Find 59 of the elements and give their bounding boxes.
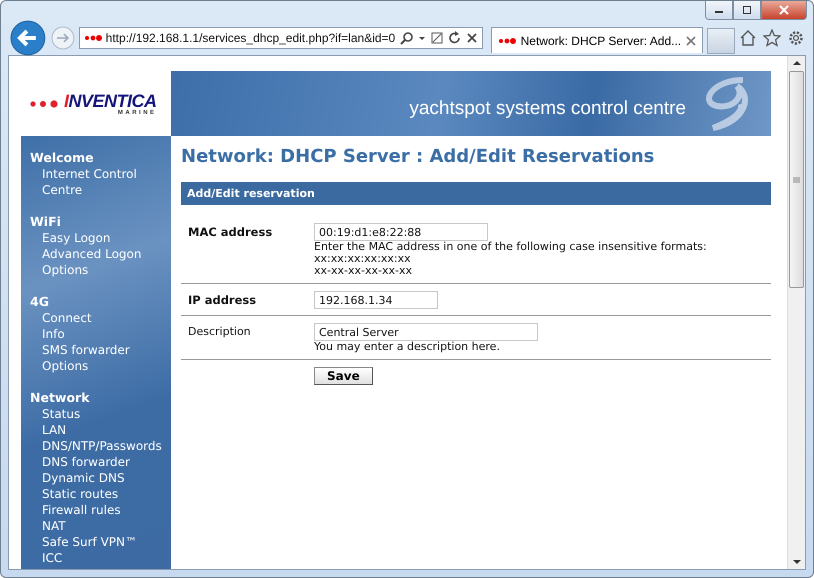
sidebar-link[interactable]: Advanced Logon [42, 246, 142, 262]
settings-icon[interactable] [787, 29, 805, 47]
scroll-up-icon[interactable] [792, 60, 800, 66]
maximize-button[interactable] [733, 1, 761, 20]
compatibility-icon[interactable] [430, 31, 444, 45]
scroll-thumb[interactable] [789, 71, 804, 288]
stop-icon[interactable] [466, 32, 478, 44]
save-button[interactable]: Save [314, 367, 373, 385]
back-button[interactable] [9, 19, 47, 57]
sidebar-heading: Network [30, 390, 90, 406]
site-icon [498, 36, 516, 44]
maximize-icon [742, 6, 752, 14]
sidebar-link[interactable]: Connect [42, 310, 92, 326]
sidebar-link[interactable]: Safe Surf VPN™ [42, 534, 138, 550]
sidebar-link[interactable]: NAT [42, 518, 66, 534]
section-header: Add/Edit reservation [181, 182, 771, 205]
minimize-button[interactable] [705, 1, 733, 20]
help-text: Enter the MAC address in one of the following case insensitive formats: [314, 241, 707, 253]
sidebar-link[interactable]: SMS forwarder [42, 342, 130, 358]
address-bar[interactable]: http://192.168.1.1/services_dhcp_edit.php?if=lan&id=0 [78, 27, 483, 49]
field-label: Description [187, 324, 252, 340]
sidebar-link[interactable]: DNS forwarder [42, 454, 130, 470]
input-field[interactable]: 192.168.1.34 [314, 291, 438, 309]
sidebar-link[interactable]: Dynamic DNS [42, 470, 125, 486]
sidebar-heading: WiFi [30, 214, 61, 230]
browser-tab[interactable]: Network: DHCP Server: Add... [490, 27, 704, 53]
close-icon [778, 5, 790, 15]
site-icon [84, 34, 102, 42]
close-tab-icon[interactable] [686, 36, 696, 46]
sidebar-link[interactable]: DNS/NTP/Passwords [42, 438, 162, 454]
sidebar-link[interactable]: ICC [42, 550, 62, 566]
page-title: Network: DHCP Server : Add/Edit Reservations [181, 146, 656, 167]
field-label: MAC address [187, 224, 274, 241]
input-field[interactable]: 00:19:d1:e8:22:88 [314, 223, 488, 241]
sidebar-link[interactable]: Internet Control Centre [42, 166, 168, 198]
sidebar-link[interactable]: Options [42, 262, 88, 278]
star-icon[interactable] [763, 29, 781, 47]
refresh-icon[interactable] [448, 31, 462, 45]
input-field[interactable]: Central Server [314, 323, 538, 341]
sidebar-heading: Welcome [30, 150, 94, 166]
scrollbar[interactable] [787, 56, 805, 569]
grip-icon [793, 176, 800, 182]
sidebar-heading: 4G [30, 294, 49, 310]
sidebar-link[interactable]: Easy Logon [42, 230, 110, 246]
sidebar-link[interactable]: Firewall rules [42, 502, 121, 518]
search-icon[interactable] [400, 31, 414, 45]
help-text: xx-xx-xx-xx-xx-xx [314, 265, 412, 277]
banner-title: yachtspot systems control centre [409, 98, 686, 120]
sidebar-link[interactable]: Static routes [42, 486, 118, 502]
help-text: You may enter a description here. [314, 341, 500, 353]
sidebar-link[interactable]: Info [42, 326, 65, 342]
home-icon[interactable] [739, 29, 757, 47]
field-label: IP address [187, 292, 258, 309]
close-button[interactable] [761, 1, 807, 20]
sidebar-link[interactable]: Options [42, 358, 88, 374]
help-text: xx:xx:xx:xx:xx:xx [314, 253, 411, 265]
sidebar-link[interactable]: Status [42, 406, 80, 422]
scroll-down-icon[interactable] [792, 559, 800, 565]
sidebar-link[interactable]: LAN [42, 422, 66, 438]
